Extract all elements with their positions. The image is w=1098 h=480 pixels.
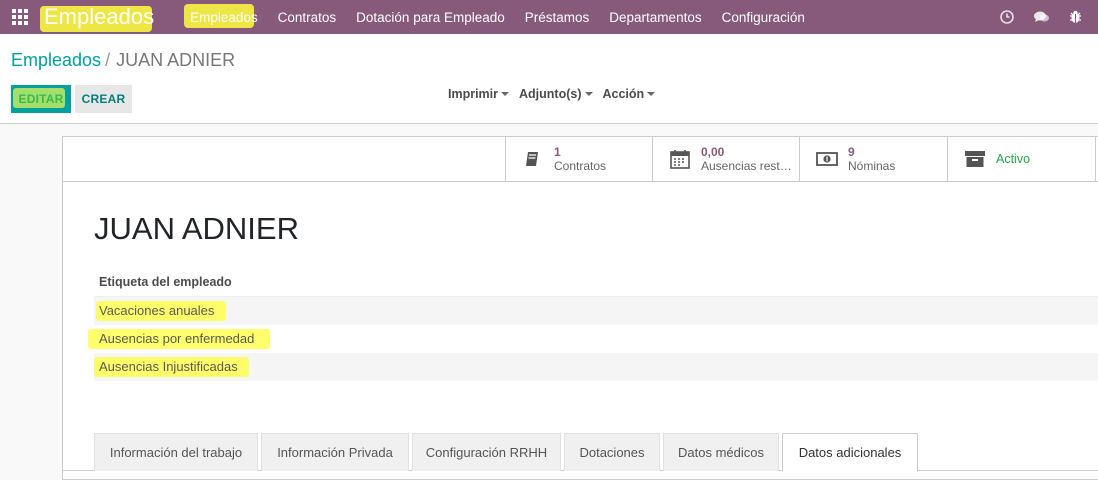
breadcrumb-current: JUAN ADNIER: [116, 50, 236, 70]
breadcrumb-separator: /: [105, 50, 111, 70]
tab-informacion-privada[interactable]: Información Privada: [261, 433, 409, 471]
systray: [990, 0, 1092, 34]
notebook-tabs: Información del trabajo Información Priv…: [94, 433, 921, 472]
caret-down-icon: [584, 92, 593, 96]
payslips-label: Nóminas: [848, 159, 896, 173]
menu-dotacion[interactable]: Dotación para Empleado: [346, 10, 515, 25]
smart-button-box: 1 Contratos 0,00 Ausencias rest… 9 Nómin…: [63, 137, 1098, 182]
create-button[interactable]: CREAR: [75, 85, 132, 113]
menu-contratos[interactable]: Contratos: [268, 10, 347, 25]
contracts-label: Contratos: [554, 159, 607, 173]
menu-empleados[interactable]: Empleados: [180, 3, 268, 28]
contracts-count: 1: [554, 145, 561, 159]
contracts-smart-button[interactable]: 1 Contratos: [505, 137, 652, 181]
leaves-smart-button[interactable]: 0,00 Ausencias rest…: [652, 137, 799, 181]
tag-row[interactable]: Ausencias Injustificadas: [94, 353, 1098, 381]
discuss-chat-icon[interactable]: [1024, 0, 1058, 34]
debug-bug-icon[interactable]: [1058, 0, 1092, 34]
menu-configuracion[interactable]: Configuración: [712, 10, 815, 25]
tab-informacion-trabajo[interactable]: Información del trabajo: [94, 433, 258, 471]
tab-datos-medicos[interactable]: Datos médicos: [663, 433, 779, 471]
payslips-smart-button[interactable]: 9 Nóminas: [799, 137, 947, 181]
apps-menu-icon[interactable]: [0, 0, 40, 34]
archive-icon: [964, 149, 986, 169]
active-status-label: Activo: [996, 152, 1031, 166]
book-icon: [522, 149, 544, 169]
leaves-remaining-label: Ausencias rest…: [701, 159, 792, 173]
employee-tags-table: Etiqueta del empleado Vacaciones anuales…: [88, 267, 1098, 381]
form-sheet: 1 Contratos 0,00 Ausencias rest… 9 Nómin…: [62, 136, 1098, 480]
payslips-count: 9: [848, 145, 855, 159]
tags-column-header: Etiqueta del empleado: [94, 267, 1098, 297]
menu-prestamos[interactable]: Préstamos: [515, 10, 600, 25]
attachments-dropdown[interactable]: Adjunto(s): [519, 87, 593, 101]
action-dropdown[interactable]: Acción: [603, 87, 656, 101]
tab-dotaciones[interactable]: Dotaciones: [564, 433, 660, 471]
tag-row[interactable]: Ausencias por enfermedad: [88, 325, 1098, 353]
edit-button[interactable]: EDITAR: [11, 85, 71, 113]
activity-clock-icon[interactable]: [990, 0, 1024, 34]
app-brand[interactable]: Empleados: [40, 4, 158, 32]
money-icon: [816, 149, 838, 169]
menu-departamentos[interactable]: Departamentos: [599, 10, 711, 25]
leaves-remaining-value: 0,00: [701, 145, 725, 159]
caret-down-icon: [501, 92, 510, 96]
main-menu: Empleados Contratos Dotación para Emplea…: [180, 0, 815, 34]
caret-down-icon: [647, 92, 656, 96]
print-dropdown[interactable]: Imprimir: [448, 87, 510, 101]
active-toggle-button[interactable]: Activo: [947, 137, 1095, 181]
calendar-icon: [669, 149, 691, 169]
breadcrumb-parent[interactable]: Empleados: [11, 50, 101, 70]
sidebar-dropdowns: Imprimir Adjunto(s) Acción: [448, 87, 665, 101]
employee-name: JUAN ADNIER: [94, 211, 299, 246]
tab-datos-adicionales[interactable]: Datos adicionales: [782, 433, 918, 472]
tab-configuracion-rrhh[interactable]: Configuración RRHH: [412, 433, 561, 471]
top-navbar: Empleados Empleados Contratos Dotación p…: [0, 0, 1098, 34]
breadcrumb: Empleados / JUAN ADNIER: [11, 50, 235, 71]
tag-row[interactable]: Vacaciones anuales: [94, 297, 1098, 325]
